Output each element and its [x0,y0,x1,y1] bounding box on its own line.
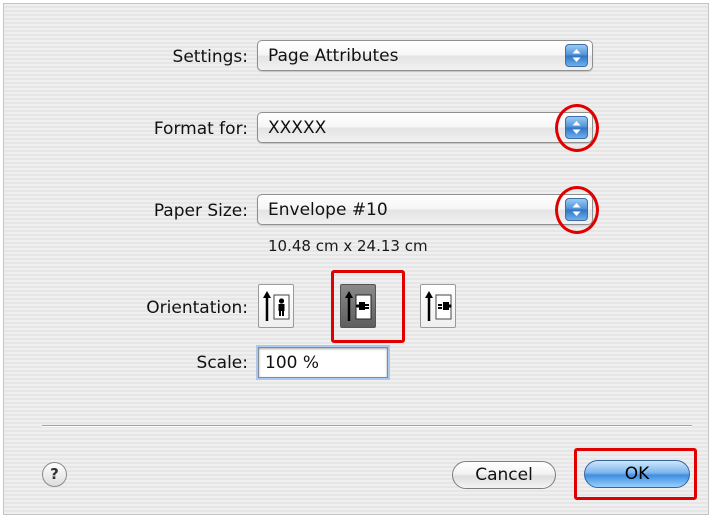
popup-arrows-icon [565,44,588,67]
format-for-highlight-circle [555,104,599,152]
orientation-highlight-box [331,270,405,343]
help-button[interactable]: ? [42,462,67,487]
settings-label: Settings: [172,47,248,67]
orientation-portrait-button[interactable] [258,284,294,328]
format-for-value: XXXXX [268,118,327,138]
settings-value: Page Attributes [268,46,399,66]
scale-input[interactable] [258,347,388,378]
format-for-label: Format for: [153,119,248,139]
orientation-label: Orientation: [146,298,248,318]
cancel-button[interactable]: Cancel [452,461,556,489]
paper-size-highlight-circle [555,186,599,234]
ok-highlight-box [574,448,697,500]
paper-dimensions: 10.48 cm x 24.13 cm [268,237,428,255]
landscape-right-orientation-icon [425,291,452,321]
scale-label: Scale: [196,353,248,373]
paper-size-value: Envelope #10 [268,200,388,220]
paper-size-popup[interactable]: Envelope #10 [257,194,593,225]
divider [42,425,692,426]
orientation-landscape-right-button[interactable] [420,284,456,328]
settings-popup[interactable]: Page Attributes [257,40,593,71]
portrait-orientation-icon [263,291,290,321]
page-setup-dialog: Settings: Page Attributes Format for: XX… [3,3,709,515]
paper-size-label: Paper Size: [153,201,248,221]
format-for-popup[interactable]: XXXXX [257,112,593,143]
